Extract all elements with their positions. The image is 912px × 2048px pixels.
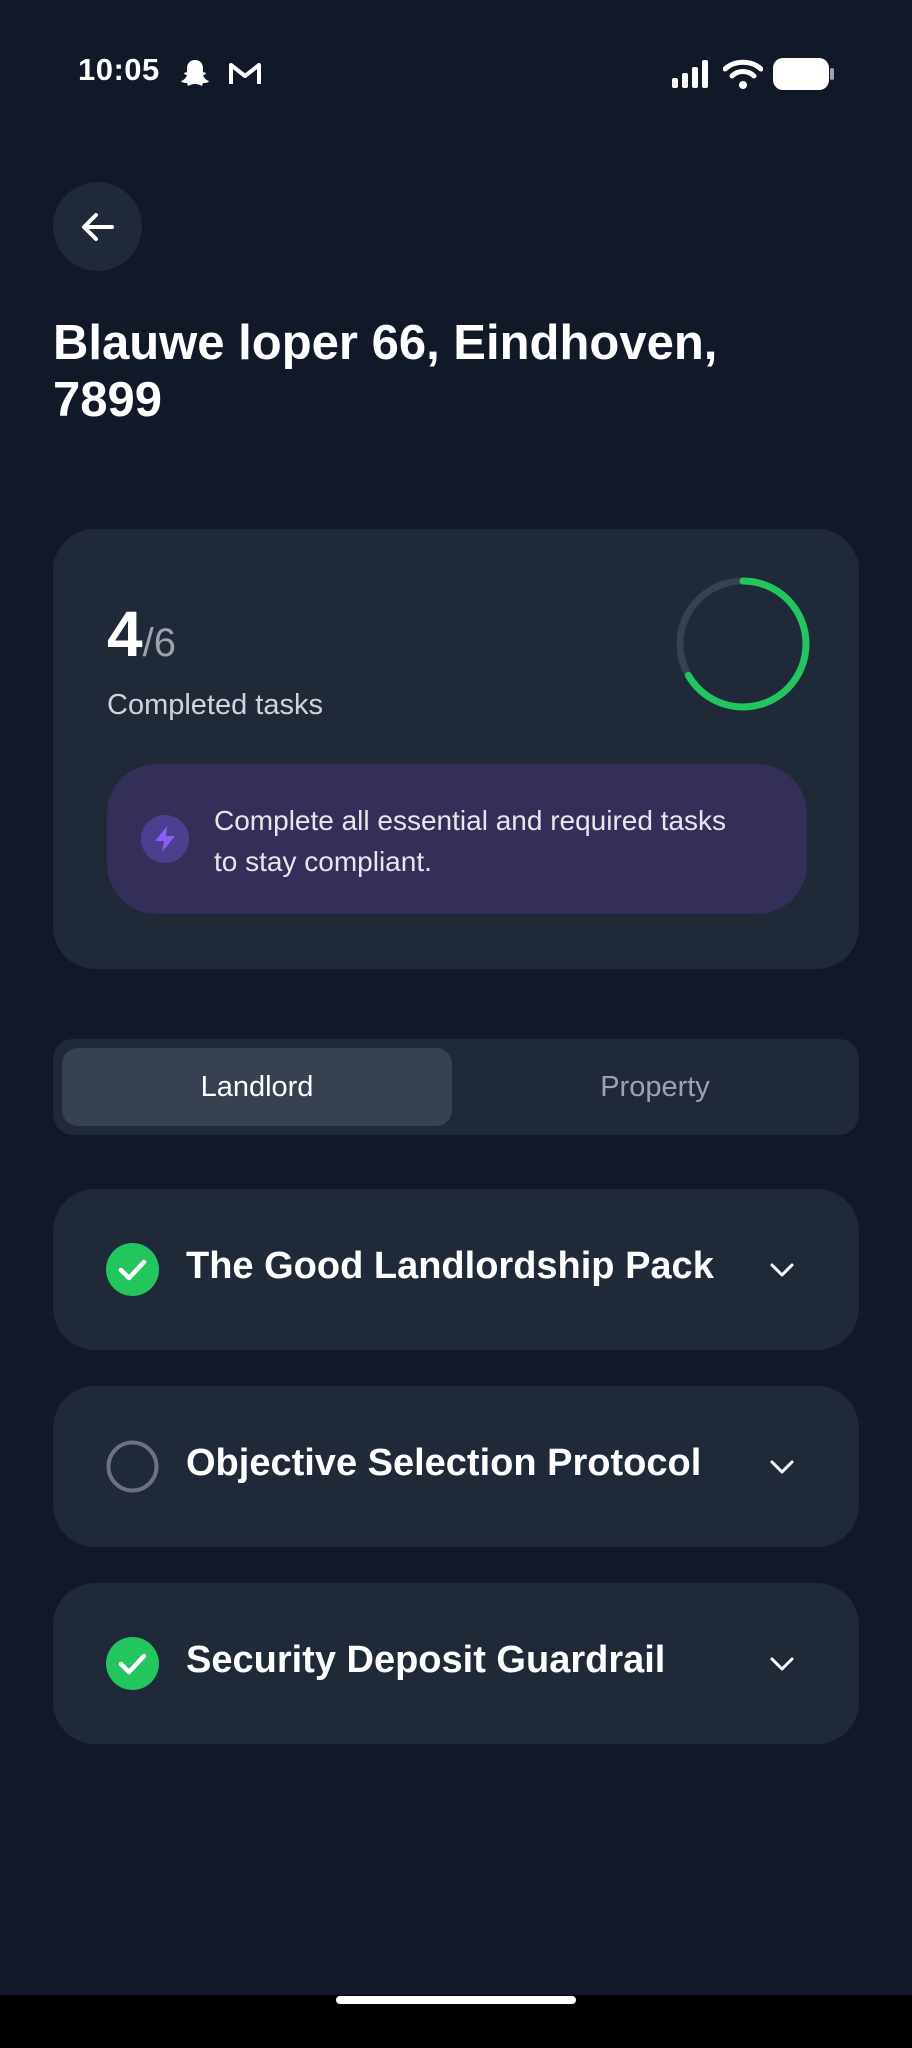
page-title: Blauwe loper 66, Eindhoven, 7899 [53,316,718,427]
compliance-notice: Complete all essential and required task… [107,764,807,914]
task-title: Security Deposit Guardrail [186,1639,666,1681]
progress-ring [676,577,810,711]
status-time: 10:05 [78,52,160,87]
completed-count: 4 / 6 [107,597,176,670]
battery-icon [773,58,834,90]
wifi-icon [723,59,763,89]
chevron-down-icon[interactable] [767,1452,797,1482]
notice-icon-badge [141,815,189,863]
completed-label: Completed tasks [107,689,323,721]
snapchat-icon [181,60,209,86]
check-circle-icon [106,1243,159,1296]
task-item-good-landlordship-pack[interactable]: The Good Landlordship Pack [53,1189,859,1350]
tab-landlord[interactable]: Landlord [62,1048,452,1126]
gmail-icon [229,63,261,84]
progress-card: 4 / 6 Completed tasks Complete all essen… [53,529,859,969]
notice-text: Complete all essential and required task… [214,805,727,877]
completed-number: 4 [107,598,143,670]
task-item-security-deposit-guardrail[interactable]: Security Deposit Guardrail [53,1583,859,1744]
status-bar: 10:05 [0,0,912,150]
home-indicator[interactable] [336,1996,576,2004]
empty-circle-icon [106,1440,159,1493]
signal-icon [672,60,708,88]
task-title: Objective Selection Protocol [186,1442,702,1484]
arrow-left-icon [81,212,114,241]
count-separator: / [142,621,154,665]
chevron-down-icon[interactable] [767,1255,797,1285]
task-title: The Good Landlordship Pack [186,1245,714,1287]
back-button[interactable] [53,182,142,271]
check-circle-icon [106,1637,159,1690]
tab-property[interactable]: Property [460,1048,850,1126]
task-item-objective-selection-protocol[interactable]: Objective Selection Protocol [53,1386,859,1547]
segmented-tabs: Landlord Property [53,1039,859,1135]
lightning-icon [155,826,175,852]
chevron-down-icon[interactable] [767,1649,797,1679]
total-number: 6 [153,621,176,665]
